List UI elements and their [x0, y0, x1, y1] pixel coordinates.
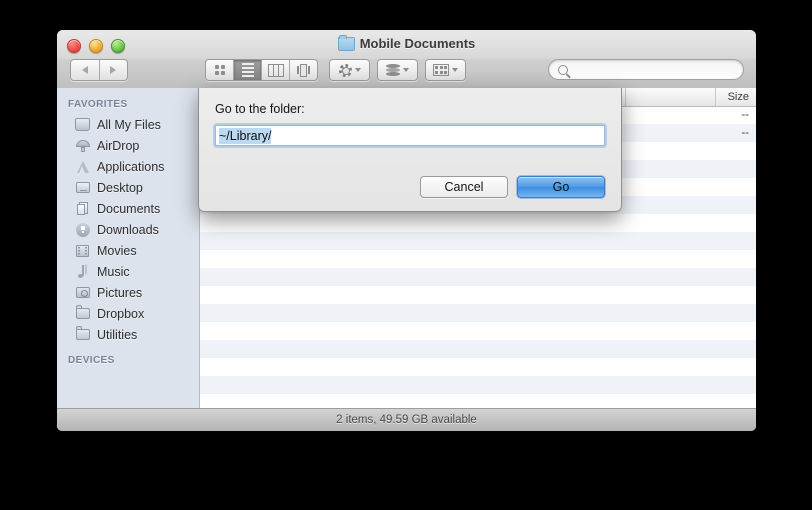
sidebar-item-label: All My Files [97, 117, 161, 132]
sidebar-item-documents[interactable]: Documents [57, 198, 199, 219]
table-row-empty [200, 286, 756, 304]
folder-path-value: ~/Library/ [219, 127, 272, 144]
table-row-empty [200, 232, 756, 250]
sidebar-item-label: Movies [97, 243, 137, 258]
sidebar-item-desktop[interactable]: Desktop [57, 177, 199, 198]
coverflow-view-button[interactable] [289, 60, 317, 80]
table-row-empty [200, 250, 756, 268]
column-header-size[interactable]: Size [715, 88, 756, 106]
window-title-text: Mobile Documents [359, 36, 476, 51]
icon-view-button[interactable] [206, 60, 233, 80]
documents-icon [75, 202, 90, 216]
list-view-button[interactable] [233, 60, 261, 80]
desktop-icon [75, 181, 90, 195]
sidebar-item-label: Documents [97, 201, 161, 216]
file-size-cell: -- [741, 127, 749, 139]
dots-grid-icon [433, 64, 449, 76]
table-row-empty [200, 322, 756, 340]
sidebar-item-label: Downloads [97, 222, 159, 237]
finder-window: Mobile Documents FAVORITES All My Files … [57, 30, 756, 431]
sidebar-item-label: Dropbox [97, 306, 145, 321]
sidebar-item-label: Desktop [97, 180, 143, 195]
sidebar-item-label: Applications [97, 159, 165, 174]
window-title: Mobile Documents [57, 34, 756, 51]
music-icon [75, 265, 90, 279]
sidebar-item-airdrop[interactable]: AirDrop [57, 135, 199, 156]
applications-icon [75, 160, 90, 174]
folder-icon [75, 305, 90, 321]
search-input[interactable] [573, 62, 734, 77]
list-icon [241, 63, 254, 77]
action-menu-button[interactable] [329, 59, 370, 81]
dialog-label: Go to the folder: [215, 102, 305, 116]
sidebar-item-dropbox[interactable]: Dropbox [57, 303, 199, 324]
table-row-empty [200, 340, 756, 358]
movies-icon [75, 244, 90, 258]
all-my-files-icon [75, 118, 90, 132]
back-arrow-icon [81, 66, 88, 74]
sidebar-item-music[interactable]: Music [57, 261, 199, 282]
arrange-menu-button[interactable] [377, 59, 418, 81]
chevron-down-icon [354, 68, 361, 72]
folder-icon [337, 34, 355, 51]
sidebar-item-all-my-files[interactable]: All My Files [57, 114, 199, 135]
sidebar-item-label: Pictures [97, 285, 143, 300]
sidebar-item-label: Utilities [97, 327, 138, 342]
cancel-button[interactable]: Cancel [420, 176, 508, 198]
downloads-icon [75, 222, 90, 237]
go-to-folder-dialog: Go to the folder: ~/Library/ Cancel Go [198, 88, 622, 212]
table-row-empty [200, 304, 756, 322]
sidebar-item-utilities[interactable]: Utilities [57, 324, 199, 345]
view-mode-segmented-control [205, 59, 318, 81]
sidebar-item-movies[interactable]: Movies [57, 240, 199, 261]
stack-icon [386, 64, 400, 76]
pictures-icon [75, 286, 90, 300]
search-field[interactable] [548, 59, 744, 80]
sidebar-section-favorites-header: FAVORITES [68, 99, 128, 110]
go-button[interactable]: Go [517, 176, 605, 198]
dialog-buttons: Cancel Go [420, 176, 605, 198]
coverflow-icon [296, 63, 311, 77]
column-header-blank[interactable] [625, 88, 715, 106]
chevron-down-icon [403, 68, 409, 72]
folder-icon [75, 326, 90, 342]
sidebar: FAVORITES All My Files AirDrop Applicati… [57, 88, 200, 409]
folder-path-field[interactable]: ~/Library/ [215, 125, 605, 146]
sidebar-item-pictures[interactable]: Pictures [57, 282, 199, 303]
table-row-empty [200, 358, 756, 376]
sidebar-item-applications[interactable]: Applications [57, 156, 199, 177]
finder-toolbar [57, 55, 756, 88]
table-row-empty [200, 376, 756, 394]
back-button[interactable] [71, 60, 99, 80]
airdrop-icon [75, 139, 90, 153]
column-view-button[interactable] [261, 60, 289, 80]
sidebar-item-downloads[interactable]: Downloads [57, 219, 199, 240]
file-size-cell: -- [741, 109, 749, 121]
grid-icon [214, 65, 225, 75]
desktop-background: Mobile Documents FAVORITES All My Files … [0, 0, 812, 510]
search-icon [558, 64, 568, 75]
table-row-empty [200, 268, 756, 286]
column-header-label: Size [727, 91, 749, 103]
sidebar-item-label: Music [97, 264, 130, 279]
item-arrangement-button[interactable] [425, 59, 466, 81]
chevron-down-icon [452, 68, 458, 72]
forward-arrow-icon [110, 66, 117, 74]
table-row-empty [200, 394, 756, 409]
sidebar-section-devices-header: DEVICES [68, 355, 115, 366]
forward-button[interactable] [98, 60, 128, 80]
sidebar-item-label: AirDrop [97, 138, 140, 153]
status-text: 2 items, 49.59 GB available [336, 414, 477, 426]
window-titlebar[interactable]: Mobile Documents [57, 30, 756, 89]
navigation-segmented-control [70, 59, 128, 81]
table-row-empty [200, 214, 756, 232]
columns-icon [267, 63, 284, 77]
status-bar: 2 items, 49.59 GB available [57, 408, 756, 431]
gear-icon [338, 63, 352, 77]
